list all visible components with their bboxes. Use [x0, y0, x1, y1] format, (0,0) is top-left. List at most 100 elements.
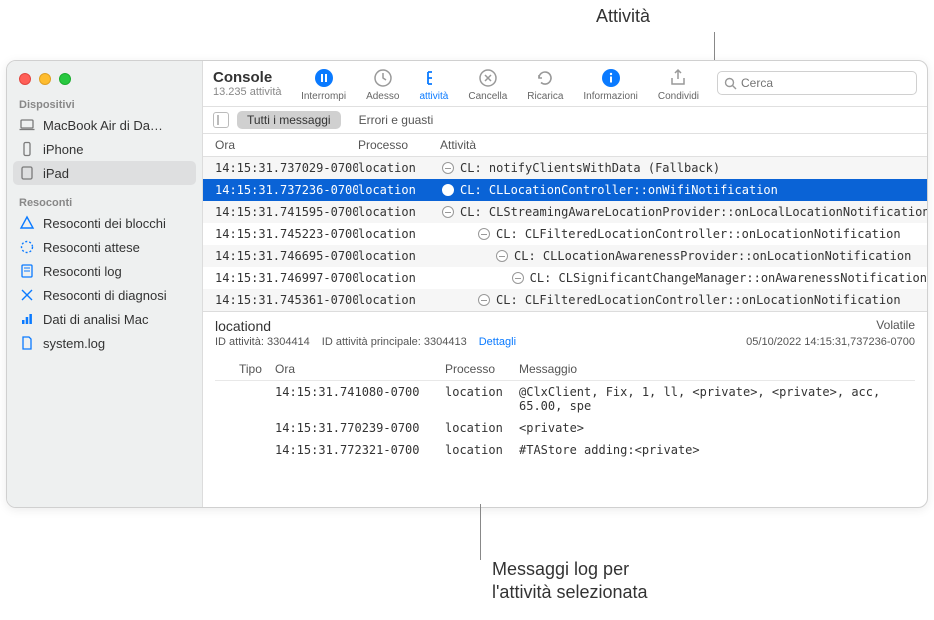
callout-bottom-label: Messaggi log per l'attività selezionata — [492, 558, 648, 605]
share-button[interactable]: Condividi — [650, 67, 707, 102]
detail-row-process: location — [445, 421, 519, 435]
row-process: location — [358, 205, 436, 219]
row-message: CL: CLFilteredLocationController::onLoca… — [496, 227, 901, 241]
detail-col-time[interactable]: Ora — [275, 362, 445, 376]
column-header-time[interactable]: Ora — [203, 138, 358, 152]
sidebar-item-label: Resoconti attese — [43, 240, 140, 255]
window-controls — [7, 69, 202, 95]
clock-icon — [372, 67, 394, 89]
detail-row-message: <private> — [519, 421, 915, 435]
row-time: 14:15:31.737029-0700 — [203, 161, 358, 175]
row-activity: CL: CLLocationAwarenessProvider::onLocat… — [436, 249, 927, 263]
zoom-window-button[interactable] — [59, 73, 71, 85]
row-time: 14:15:31.737236-0700 — [203, 183, 358, 197]
disclosure-icon[interactable] — [442, 184, 454, 196]
detail-row[interactable]: 14:15:31.772321-0700location#TAStore add… — [215, 439, 915, 461]
callout-bottom-line — [480, 504, 481, 560]
sidebar-item-label: Resoconti log — [43, 264, 122, 279]
row-message: CL: CLLocationController::onWifiNotifica… — [460, 183, 778, 197]
sidebar-item-label: MacBook Air di Da… — [43, 118, 163, 133]
row-time: 14:15:31.741595-0700 — [203, 205, 358, 219]
detail-row[interactable]: 14:15:31.770239-0700location<private> — [215, 417, 915, 439]
detail-row-message: #TAStore adding:<private> — [519, 443, 915, 457]
activity-row[interactable]: 14:15:31.746695-0700locationCL: CLLocati… — [203, 245, 927, 267]
toolbar-subtitle: 13.235 attività — [213, 86, 282, 98]
filter-bar: Tutti i messaggi Errori e guasti — [203, 107, 927, 134]
sidebar-log-reports[interactable]: Resoconti log — [7, 259, 202, 283]
row-message: CL: CLSignificantChangeManager::onAwaren… — [530, 271, 927, 285]
detail-row-message: @ClxClient, Fix, 1, ll, <private>, <priv… — [519, 385, 915, 413]
clear-button[interactable]: Cancella — [460, 67, 515, 102]
row-process: location — [358, 249, 436, 263]
row-time: 14:15:31.745223-0700 — [203, 227, 358, 241]
tools-icon — [19, 287, 35, 303]
detail-table-header: Tipo Ora Processo Messaggio — [215, 356, 915, 381]
sidebar-device-iphone[interactable]: iPhone — [7, 137, 202, 161]
row-activity: CL: CLStreamingAwareLocationProvider::on… — [436, 205, 927, 219]
info-button[interactable]: Informazioni — [575, 67, 645, 102]
sidebar-device-ipad[interactable]: iPad — [13, 161, 196, 185]
detail-col-type[interactable]: Tipo — [215, 362, 275, 376]
detail-activity-id: ID attività: 3304414 — [215, 336, 310, 348]
activity-row[interactable]: 14:15:31.737029-0700locationCL: notifyCl… — [203, 157, 927, 179]
close-window-button[interactable] — [19, 73, 31, 85]
sidebar-system-log[interactable]: system.log — [7, 331, 202, 355]
disclosure-icon[interactable] — [442, 206, 454, 218]
disclosure-icon[interactable] — [512, 272, 524, 284]
detail-col-process[interactable]: Processo — [445, 362, 519, 376]
sidebar-mac-analytics[interactable]: Dati di analisi Mac — [7, 307, 202, 331]
sidebar-spin-reports[interactable]: Resoconti attese — [7, 235, 202, 259]
row-activity: CL: CLFilteredLocationController::onLoca… — [436, 227, 927, 241]
detail-col-message[interactable]: Messaggio — [519, 362, 915, 376]
disclosure-icon[interactable] — [478, 294, 490, 306]
toggle-sidebar-icon[interactable] — [213, 112, 229, 128]
search-field[interactable] — [717, 71, 917, 95]
reload-button[interactable]: Ricarica — [519, 67, 571, 102]
detail-timestamp: 05/10/2022 14:15:31,737236-0700 — [746, 336, 915, 348]
detail-details-link[interactable]: Dettagli — [479, 336, 516, 348]
info-icon — [600, 67, 622, 89]
detail-row-time: 14:15:31.770239-0700 — [275, 421, 445, 435]
activity-table-header: Ora Processo Attività — [203, 134, 927, 157]
column-header-process[interactable]: Processo — [358, 138, 436, 152]
sidebar-device-macbook[interactable]: MacBook Air di Da… — [7, 113, 202, 137]
app-window: Dispositivi MacBook Air di Da… iPhone iP… — [6, 60, 928, 508]
main-content: Console 13.235 attività Interrompi Adess… — [203, 61, 927, 507]
now-button[interactable]: Adesso — [358, 67, 407, 102]
filter-all-messages[interactable]: Tutti i messaggi — [237, 111, 341, 129]
toolbar-label: attività — [419, 91, 448, 102]
pause-icon — [313, 67, 335, 89]
detail-row[interactable]: 14:15:31.741080-0700location@ClxClient, … — [215, 381, 915, 417]
disclosure-icon[interactable] — [478, 228, 490, 240]
laptop-icon — [19, 117, 35, 133]
row-process: location — [358, 227, 436, 241]
sidebar-section-devices: Dispositivi — [7, 95, 202, 113]
search-input[interactable] — [741, 76, 910, 90]
activity-row[interactable]: 14:15:31.737236-0700locationCL: CLLocati… — [203, 179, 927, 201]
row-message: CL: CLFilteredLocationController::onLoca… — [496, 293, 901, 307]
toolbar-label: Cancella — [468, 91, 507, 102]
sidebar-item-label: Resoconti dei blocchi — [43, 216, 166, 231]
filter-errors[interactable]: Errori e guasti — [349, 111, 444, 129]
sidebar-diagnostic-reports[interactable]: Resoconti di diagnosi — [7, 283, 202, 307]
reload-icon — [534, 67, 556, 89]
activity-row[interactable]: 14:15:31.745361-0700locationCL: CLFilter… — [203, 289, 927, 311]
activity-row[interactable]: 14:15:31.741595-0700location CL: CLStream… — [203, 201, 927, 223]
toolbar-label: Interrompi — [301, 91, 346, 102]
activity-row[interactable]: 14:15:31.746997-0700locationCL: CLSignif… — [203, 267, 927, 289]
toolbar-title: Console — [213, 69, 282, 86]
row-time: 14:15:31.746997-0700 — [203, 271, 358, 285]
disclosure-icon[interactable] — [496, 250, 508, 262]
activity-row[interactable]: 14:15:31.745223-0700location CL: CLFilter… — [203, 223, 927, 245]
activities-button[interactable]: attività — [411, 67, 456, 102]
sidebar-crash-reports[interactable]: Resoconti dei blocchi — [7, 211, 202, 235]
detail-parent-activity-id: ID attività principale: 3304413 — [322, 336, 467, 348]
minimize-window-button[interactable] — [39, 73, 51, 85]
pause-button[interactable]: Interrompi — [293, 67, 354, 102]
column-header-activity[interactable]: Attività — [436, 138, 927, 152]
disclosure-icon[interactable] — [442, 162, 454, 174]
warning-icon — [19, 215, 35, 231]
row-message: CL: CLStreamingAwareLocationProvider::on… — [460, 205, 927, 219]
toolbar-label: Adesso — [366, 91, 399, 102]
detail-row-time: 14:15:31.772321-0700 — [275, 443, 445, 457]
